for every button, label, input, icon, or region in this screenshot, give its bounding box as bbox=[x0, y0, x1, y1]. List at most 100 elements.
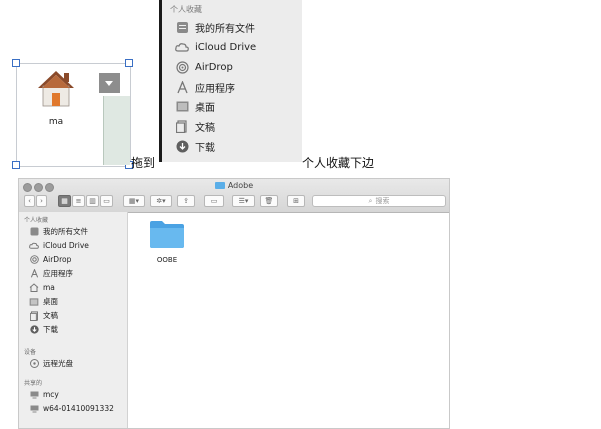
sidebar-item-label: 文稿 bbox=[43, 311, 58, 320]
favorites-header: 个人收藏 bbox=[170, 5, 202, 14]
chevron-right-icon: › bbox=[40, 197, 43, 205]
search-placeholder: 搜索 bbox=[375, 197, 390, 205]
airdrop-icon bbox=[175, 60, 189, 74]
sidebar-item-airdrop[interactable]: AirDrop bbox=[29, 253, 71, 266]
sidebar-item-all-files[interactable]: 我的所有文件 bbox=[29, 225, 88, 238]
sidebar-item-icloud[interactable]: iCloud Drive bbox=[29, 239, 89, 252]
favorites-item-all-files[interactable]: 我的所有文件 bbox=[175, 18, 255, 36]
new-folder-button[interactable]: ⊞ bbox=[287, 195, 305, 207]
sidebar-item-label: iCloud Drive bbox=[43, 241, 89, 250]
arrange-icon: ▦▾ bbox=[128, 197, 140, 205]
trash-icon: 🗑 bbox=[264, 197, 274, 205]
search-input[interactable]: ⌕ 搜索 bbox=[312, 195, 446, 207]
sidebar-item-documents[interactable]: 文稿 bbox=[29, 309, 58, 322]
computer-icon bbox=[29, 390, 39, 400]
sidebar-item-label: ma bbox=[43, 283, 55, 292]
sidebar-item-label: w64-01410091332 bbox=[43, 404, 114, 413]
arrange-by-button[interactable]: ☰▾ bbox=[232, 195, 255, 207]
favorites-item-label: 文稿 bbox=[195, 122, 215, 134]
home-item-label: ma bbox=[48, 117, 64, 127]
dropdown-arrow-button[interactable] bbox=[99, 73, 120, 93]
sidebar-item-label: AirDrop bbox=[43, 255, 72, 264]
documents-icon bbox=[29, 310, 39, 321]
coverflow-icon: ▭ bbox=[103, 197, 110, 205]
disc-icon bbox=[29, 359, 39, 369]
favorites-item-airdrop[interactable]: AirDrop bbox=[175, 58, 233, 76]
view-coverflow-button[interactable]: ▭ bbox=[100, 195, 113, 207]
background-strip bbox=[103, 96, 130, 165]
sidebar-item-label: 远程光盘 bbox=[43, 359, 73, 368]
view-columns-button[interactable]: ▥ bbox=[86, 195, 99, 207]
airdrop-icon bbox=[29, 255, 39, 265]
finder-sidebar: 个人收藏 我的所有文件 iCloud Drive AirDrop 应用程序 ma… bbox=[19, 212, 128, 428]
desktop-icon bbox=[29, 297, 39, 307]
applications-icon bbox=[175, 80, 189, 94]
sidebar-item-label: 我的所有文件 bbox=[43, 227, 88, 236]
favorites-item-label: 我的所有文件 bbox=[195, 23, 255, 35]
sidebar-item-downloads[interactable]: 下载 bbox=[29, 323, 58, 336]
favorites-item-label: AirDrop bbox=[195, 61, 233, 73]
grid-icon: ▦ bbox=[61, 197, 68, 205]
folder-icon[interactable] bbox=[149, 219, 185, 249]
favorites-item-applications[interactable]: 应用程序 bbox=[175, 78, 235, 96]
resize-handle-bottom-left[interactable] bbox=[12, 161, 20, 169]
folder-icon bbox=[214, 182, 225, 189]
chevron-left-icon: ‹ bbox=[28, 197, 31, 205]
home-icon bbox=[29, 283, 39, 293]
finder-toolbar: Adobe ‹ › ▦ ≡ ▥ ▭ ▦▾ ✲▾ ⇪ ▭ ☰▾ 🗑 ⊞ ⌕ 搜索 bbox=[19, 179, 449, 213]
window-title: Adobe bbox=[19, 181, 449, 190]
favorites-panel: 个人收藏 我的所有文件 iCloud Drive AirDrop 应用程序 桌面… bbox=[159, 0, 302, 162]
back-button[interactable]: ‹ bbox=[24, 195, 35, 207]
sidebar-item-remote-disc[interactable]: 远程光盘 bbox=[29, 357, 73, 370]
cloud-icon bbox=[29, 241, 39, 251]
favorites-item-label: 应用程序 bbox=[195, 83, 235, 95]
favorites-item-label: iCloud Drive bbox=[195, 41, 257, 53]
downloads-icon bbox=[175, 139, 189, 153]
downloads-icon bbox=[29, 325, 39, 335]
all-files-icon bbox=[29, 227, 39, 237]
arrange-button[interactable]: ▦▾ bbox=[123, 195, 145, 207]
folder-label[interactable]: OOBE bbox=[147, 256, 187, 264]
list-icon: ≡ bbox=[75, 197, 82, 205]
favorites-item-documents[interactable]: 文稿 bbox=[175, 117, 215, 135]
documents-icon bbox=[175, 119, 189, 133]
instruction-drag-text: 拖到 bbox=[131, 156, 156, 170]
view-icons-button[interactable]: ▦ bbox=[58, 195, 71, 207]
delete-button[interactable]: 🗑 bbox=[260, 195, 278, 207]
resize-handle-top-left[interactable] bbox=[12, 59, 20, 67]
columns-icon: ▥ bbox=[89, 197, 96, 205]
share-icon: ⇪ bbox=[183, 197, 189, 205]
view-list-button[interactable]: ≡ bbox=[72, 195, 85, 207]
resize-handle-top-right[interactable] bbox=[125, 59, 133, 67]
tag-icon: ▭ bbox=[210, 197, 218, 205]
sidebar-shared-header: 共享的 bbox=[24, 380, 43, 387]
action-button[interactable]: ✲▾ bbox=[150, 195, 172, 207]
favorites-item-icloud[interactable]: iCloud Drive bbox=[175, 38, 256, 56]
forward-button[interactable]: › bbox=[36, 195, 47, 207]
sidebar-item-label: 应用程序 bbox=[43, 269, 73, 278]
search-icon: ⌕ bbox=[368, 196, 373, 205]
finder-window: Adobe ‹ › ▦ ≡ ▥ ▭ ▦▾ ✲▾ ⇪ ▭ ☰▾ 🗑 ⊞ ⌕ 搜索 … bbox=[18, 178, 450, 429]
share-button[interactable]: ⇪ bbox=[177, 195, 195, 207]
sidebar-item-label: 下载 bbox=[43, 325, 58, 334]
sidebar-item-shared-mcy[interactable]: mcy bbox=[29, 388, 59, 401]
sidebar-favorites-header: 个人收藏 bbox=[24, 217, 49, 224]
favorites-item-label: 桌面 bbox=[195, 102, 215, 114]
new-folder-icon: ⊞ bbox=[293, 197, 299, 205]
all-files-icon bbox=[175, 20, 189, 34]
sidebar-item-label: mcy bbox=[43, 390, 59, 399]
sidebar-item-applications[interactable]: 应用程序 bbox=[29, 267, 73, 280]
sidebar-item-label: 桌面 bbox=[43, 297, 58, 306]
sidebar-item-shared-w64[interactable]: w64-01410091332 bbox=[29, 402, 114, 415]
applications-icon bbox=[29, 269, 39, 279]
sidebar-item-desktop[interactable]: 桌面 bbox=[29, 295, 58, 308]
sidebar-item-home[interactable]: ma bbox=[29, 281, 55, 294]
computer-icon bbox=[29, 404, 39, 414]
cloud-icon bbox=[175, 40, 189, 54]
favorites-item-desktop[interactable]: 桌面 bbox=[175, 97, 215, 115]
tags-button[interactable]: ▭ bbox=[204, 195, 224, 207]
sort-icon: ☰▾ bbox=[238, 197, 249, 205]
favorites-item-downloads[interactable]: 下载 bbox=[175, 137, 215, 155]
gear-icon: ✲▾ bbox=[156, 197, 166, 205]
favorites-item-label: 下载 bbox=[195, 142, 215, 154]
